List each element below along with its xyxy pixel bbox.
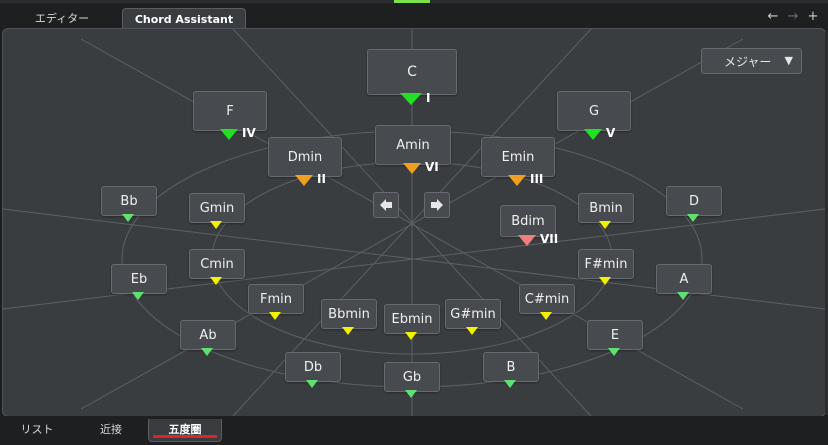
tab-circle-of-fifths[interactable]: 五度圏: [148, 419, 222, 442]
chord-g-marker-icon: [584, 129, 602, 140]
chord-amin-marker-icon: [403, 163, 421, 174]
tab-bar: エディター Chord Assistant ← → +: [0, 3, 828, 31]
chord-c-marker-icon: [400, 93, 422, 105]
chord-bdim-degree: VII: [540, 232, 559, 246]
chord-bmin-button[interactable]: Bmin: [578, 193, 634, 223]
chord-c-sharpmin-button[interactable]: C#min: [519, 284, 575, 314]
tab-proximity[interactable]: 近接: [88, 419, 134, 441]
chord-g-sharpmin-button[interactable]: G#min: [445, 299, 501, 329]
chord-emin-degree: III: [530, 172, 544, 186]
chord-db-marker-icon: [306, 380, 318, 388]
chord-f-degree: IV: [242, 126, 256, 140]
chord-fmin-marker-icon: [269, 312, 281, 320]
chord-emin-button[interactable]: Emin: [481, 137, 555, 177]
chord-gmin-button[interactable]: Gmin: [189, 193, 245, 223]
chord-eb-button[interactable]: Eb: [111, 264, 167, 294]
chord-d-button[interactable]: D: [666, 186, 722, 216]
chord-c-degree: I: [426, 91, 431, 105]
chord-e-button[interactable]: E: [587, 320, 643, 350]
chord-gb-button[interactable]: Gb: [384, 362, 440, 392]
chord-dmin-marker-icon: [295, 175, 313, 186]
chord-d-marker-icon: [687, 214, 699, 222]
chord-g-sharpmin-marker-icon: [466, 327, 478, 335]
chord-emin-marker-icon: [508, 175, 526, 186]
chord-f-marker-icon: [220, 129, 238, 140]
chord-bb-button[interactable]: Bb: [101, 186, 157, 216]
bottom-tab-bar: リスト 近接 五度圏: [0, 416, 828, 445]
chord-c-sharpmin-marker-icon: [540, 312, 552, 320]
chevron-down-icon: ▼: [784, 54, 793, 67]
chord-db-button[interactable]: Db: [285, 352, 341, 382]
chord-amin-button[interactable]: Amin: [375, 125, 451, 165]
mode-dropdown[interactable]: メジャー ▼: [701, 48, 802, 74]
chord-ab-marker-icon: [201, 348, 213, 356]
chord-amin-degree: VI: [425, 160, 439, 174]
chord-bdim-marker-icon: [518, 235, 536, 246]
chord-bb-marker-icon: [122, 214, 134, 222]
chord-a-button[interactable]: A: [656, 264, 712, 294]
chord-a-marker-icon: [677, 292, 689, 300]
chord-eb-marker-icon: [132, 292, 144, 300]
chord-g-button[interactable]: G: [557, 91, 631, 131]
chord-f-sharpmin-marker-icon: [599, 277, 611, 285]
circle-of-fifths-panel: メジャー ▼ C I F IV G V Amin VI Dmin II Emin III Bdim VII…: [2, 28, 826, 417]
chord-bbmin-button[interactable]: Bbmin: [321, 299, 377, 329]
chord-b-button[interactable]: B: [483, 352, 539, 382]
chord-f-sharpmin-button[interactable]: F#min: [578, 249, 634, 279]
chord-gmin-marker-icon: [210, 221, 222, 229]
arrow-right-icon: [431, 199, 443, 211]
chord-ebmin-marker-icon: [405, 332, 417, 340]
tab-list[interactable]: リスト: [12, 419, 62, 441]
chord-ab-button[interactable]: Ab: [180, 320, 236, 350]
arrow-left-icon: [380, 199, 392, 211]
chord-bbmin-marker-icon: [342, 327, 354, 335]
chord-dmin-button[interactable]: Dmin: [268, 137, 342, 177]
chord-cmin-marker-icon: [210, 277, 222, 285]
chord-e-marker-icon: [608, 348, 620, 356]
chord-bmin-marker-icon: [599, 221, 611, 229]
back-arrow-icon[interactable]: ←: [765, 9, 781, 25]
chord-fmin-button[interactable]: Fmin: [248, 284, 304, 314]
chord-dmin-degree: II: [317, 172, 326, 186]
tab-editor[interactable]: エディター: [30, 8, 94, 30]
active-tab-underline: [153, 435, 217, 438]
chord-ebmin-button[interactable]: Ebmin: [384, 304, 440, 334]
chord-cmin-button[interactable]: Cmin: [189, 249, 245, 279]
chord-b-marker-icon: [504, 380, 516, 388]
chord-gb-marker-icon: [405, 390, 417, 398]
chord-c-button[interactable]: C: [367, 49, 457, 95]
prev-button[interactable]: [373, 192, 399, 218]
forward-arrow-icon[interactable]: →: [785, 9, 801, 25]
mode-dropdown-label: メジャー: [724, 55, 772, 69]
chord-f-button[interactable]: F: [193, 91, 267, 131]
chord-g-degree: V: [606, 126, 616, 140]
add-icon[interactable]: +: [805, 9, 821, 25]
next-button[interactable]: [424, 192, 450, 218]
